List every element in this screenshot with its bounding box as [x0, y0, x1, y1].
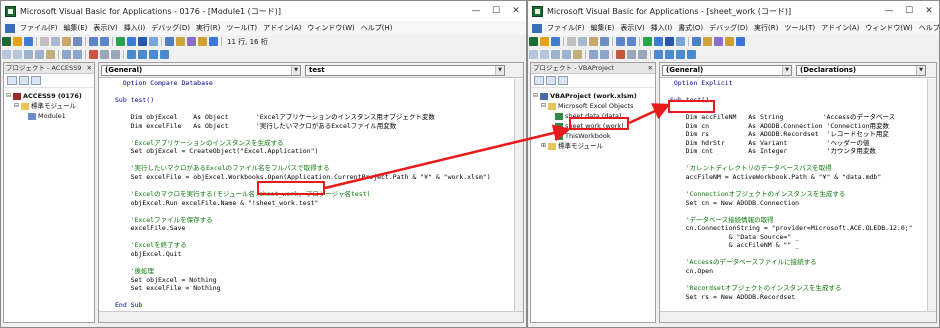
- annotation-arrow: [324, 103, 671, 190]
